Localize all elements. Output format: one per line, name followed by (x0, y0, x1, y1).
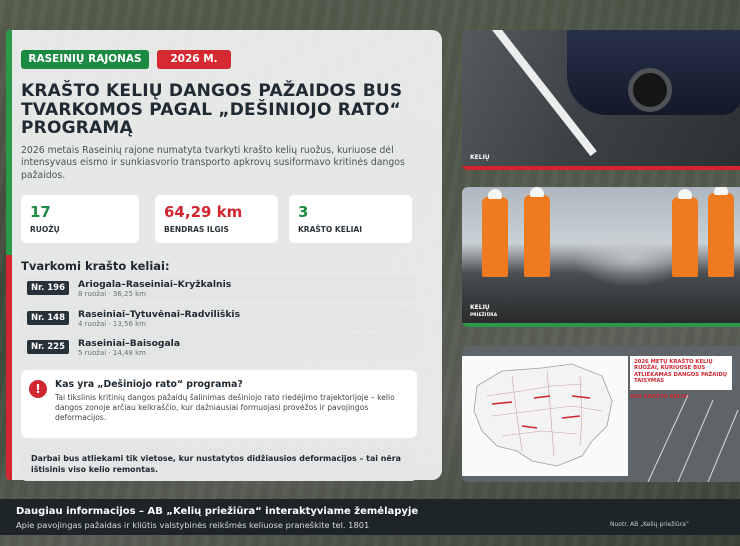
info-box: ! Kas yra „Dešiniojo rato“ programa? Tai… (21, 370, 417, 438)
photo-source: Nuotr. AB „Kelių priežiūra“ (610, 521, 689, 528)
road-number-badge: Nr. 148 (27, 311, 69, 325)
footer-title[interactable]: Daugiau informacijos – AB „Kelių priežiū… (16, 506, 418, 517)
photo-road-workers: KELIŲ PRIEŽIŪRA (462, 187, 740, 327)
photo-watermark: KELIŲ PRIEŽIŪRA (470, 304, 497, 318)
helmet-shape (678, 189, 692, 199)
worker-figure (482, 197, 508, 277)
road-number-badge: Nr. 196 (27, 281, 69, 295)
photo-stripe (462, 323, 740, 327)
stat-value: 64,29 km (164, 203, 243, 221)
alert-icon: ! (29, 380, 47, 398)
worker-figure (524, 195, 550, 277)
stat-card-sections: 17 RUOŽŲ (21, 195, 139, 243)
lithuania-map (462, 356, 628, 476)
stat-card-length: 64,29 km BENDRAS ILGIS (155, 195, 278, 243)
info-panel: RASEINIŲ RAJONAS 2026 M. KRAŠTO KELIŲ DA… (6, 30, 442, 481)
map-legend: 2026 METŲ KRAŠTO KELIŲ RUOŽAI, KURIUOSE … (630, 356, 732, 390)
info-body: Tai tikslinis kritinių dangos pažaidų ša… (55, 393, 395, 422)
year-tag: 2026 M. (157, 50, 231, 69)
stat-label: BENDRAS ILGIS (164, 225, 229, 234)
country-outline (473, 363, 613, 467)
helmet-shape (714, 187, 728, 195)
roads-heading: Tvarkomi krašto keliai: (21, 259, 170, 273)
map-screenshot: 2026 METŲ KRAŠTO KELIŲ RUOŽAI, KURIUOSE … (462, 346, 740, 482)
photo-car-road: KELIŲ (462, 30, 740, 170)
stat-value: 17 (30, 203, 51, 221)
stat-value: 3 (298, 203, 309, 221)
info-title: Kas yra „Dešiniojo rato“ programa? (55, 379, 243, 390)
stat-label: RUOŽŲ (30, 225, 60, 234)
region-tag: RASEINIŲ RAJONAS (21, 50, 149, 69)
road-list-item: Nr. 196 Ariogala–Raseiniai–Kryžkalnis 8 … (21, 276, 417, 300)
map-svg (473, 363, 613, 467)
helmet-shape (530, 187, 544, 197)
footer-subtitle: Apie pavojingas pažaidas ir kliūtis vals… (16, 520, 370, 530)
photo-watermark: KELIŲ (470, 154, 490, 161)
road-meta: 5 ruožai · 14,48 km (78, 349, 146, 357)
note-box: Darbai bus atliekami tik vietose, kur nu… (21, 447, 417, 481)
road-list-item: Nr. 225 Raseiniai–Baisogala 5 ruožai · 1… (21, 335, 417, 359)
road-name: Raseiniai–Baisogala (78, 338, 181, 349)
road-name: Raseiniai–Tytuvėnai–Radviliškis (78, 309, 241, 320)
worker-figure (672, 197, 698, 277)
footer-bar: Daugiau informacijos – AB „Kelių priežiū… (0, 499, 740, 535)
road-meta: 8 ruožai · 36,25 km (78, 290, 146, 298)
worker-figure (708, 193, 734, 277)
stat-label: KRAŠTO KELIAI (298, 225, 362, 234)
road-number-badge: Nr. 225 (27, 340, 69, 354)
page-title: KRAŠTO KELIŲ DANGOS PAŽAIDOS BUS TVARKOM… (21, 81, 403, 138)
photo-stripe (462, 166, 740, 170)
map-lines-decor (647, 394, 739, 482)
road-meta: 4 ruožai · 13,56 km (78, 320, 146, 328)
road-name: Ariogala–Raseiniai–Kryžkalnis (78, 279, 232, 290)
helmet-shape (488, 189, 502, 199)
stat-card-roads: 3 KRAŠTO KELIAI (289, 195, 412, 243)
lead-text: 2026 metais Raseinių rajone numatyta tva… (21, 145, 405, 181)
decor-line (647, 394, 739, 482)
panel-color-stripe (6, 30, 12, 480)
car-wheel (628, 68, 672, 112)
watermark-line: KELIŲ (470, 304, 490, 311)
road-list-item: Nr. 148 Raseiniai–Tytuvėnai–Radviliškis … (21, 306, 417, 330)
watermark-line: PRIEŽIŪRA (470, 313, 498, 318)
